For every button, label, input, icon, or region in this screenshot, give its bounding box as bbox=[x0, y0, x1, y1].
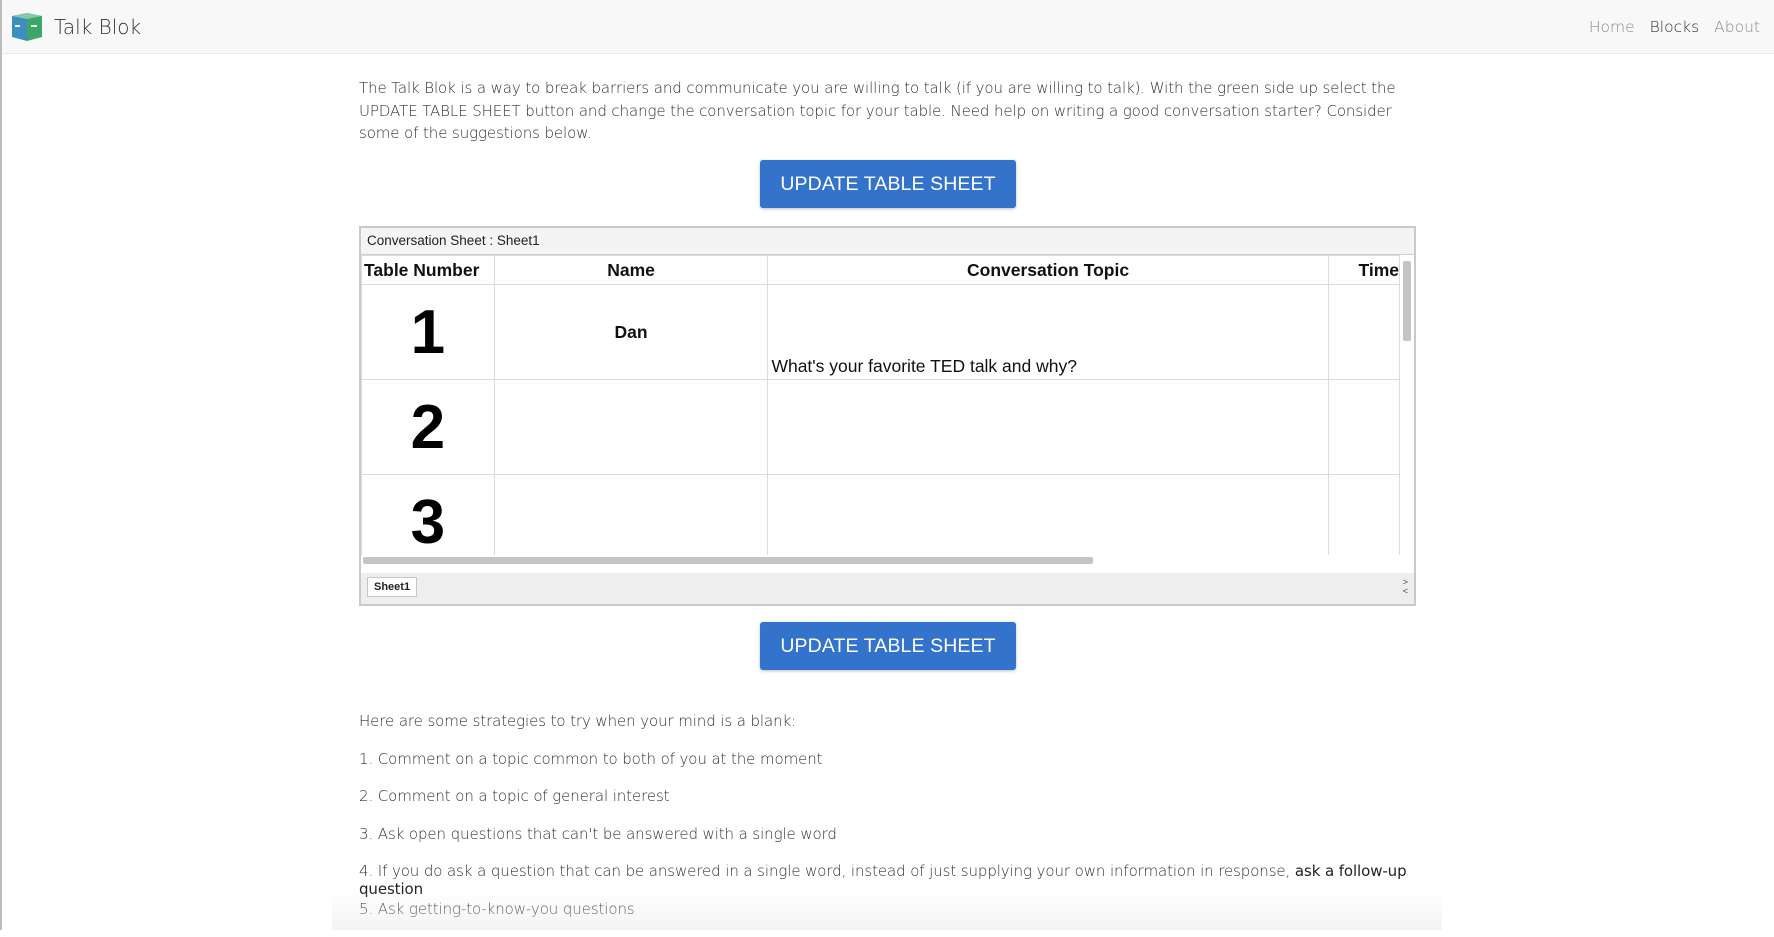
header-row: Table Number Name Conversation Topic Tim… bbox=[362, 256, 1400, 285]
cell-name[interactable]: Dan bbox=[494, 285, 768, 380]
table-row: 3 bbox=[362, 475, 1400, 556]
update-table-sheet-button-bottom[interactable]: UPDATE TABLE SHEET bbox=[760, 622, 1016, 670]
nav-blocks-link[interactable]: Blocks bbox=[1650, 18, 1700, 36]
tab-scroll-arrows-icon[interactable]: > < bbox=[1403, 578, 1408, 596]
sheet-tab[interactable]: Sheet1 bbox=[367, 577, 417, 597]
header-name[interactable]: Name bbox=[494, 256, 768, 285]
strategy-item: 5. Ask getting-to-know-you questions bbox=[359, 900, 1459, 937]
nav-links: Home Blocks About bbox=[1589, 18, 1760, 36]
nav-home-link[interactable]: Home bbox=[1589, 18, 1635, 36]
table-row: 1 Dan What's your favorite TED talk and … bbox=[362, 285, 1400, 380]
cell-name[interactable] bbox=[494, 475, 768, 556]
navbar: Talk Blok Home Blocks About bbox=[2, 0, 1774, 54]
cell-table-number[interactable]: 2 bbox=[362, 380, 495, 475]
strategy-item: 2. Comment on a topic of general interes… bbox=[359, 787, 1459, 825]
horizontal-scroll-thumb[interactable] bbox=[363, 557, 1093, 564]
cell-table-number[interactable]: 3 bbox=[362, 475, 495, 556]
strategy-item-text: 4. If you do ask a question that can be … bbox=[359, 862, 1290, 880]
main-content: The Talk Blok is a way to break barriers… bbox=[359, 77, 1419, 145]
update-table-sheet-button-top[interactable]: UPDATE TABLE SHEET bbox=[760, 160, 1016, 208]
cell-topic[interactable] bbox=[768, 380, 1328, 475]
vertical-scroll-thumb[interactable] bbox=[1403, 261, 1411, 341]
strategies-section: Here are some strategies to try when you… bbox=[359, 712, 1459, 937]
header-conversation-topic[interactable]: Conversation Topic bbox=[768, 256, 1328, 285]
vertical-scrollbar[interactable] bbox=[1401, 255, 1413, 555]
cell-table-number[interactable]: 1 bbox=[362, 285, 495, 380]
brand-name: Talk Blok bbox=[54, 15, 141, 39]
strategies-heading: Here are some strategies to try when you… bbox=[359, 712, 1459, 750]
nav-about-link[interactable]: About bbox=[1714, 18, 1760, 36]
strategy-item: 1. Comment on a topic common to both of … bbox=[359, 750, 1459, 788]
header-time[interactable]: Time bbox=[1328, 256, 1399, 285]
cell-name[interactable] bbox=[494, 380, 768, 475]
cell-time[interactable] bbox=[1328, 475, 1399, 556]
cell-time[interactable] bbox=[1328, 285, 1399, 380]
header-table-number[interactable]: Table Number bbox=[362, 256, 495, 285]
sheet-table: Table Number Name Conversation Topic Tim… bbox=[361, 255, 1400, 555]
cell-time[interactable] bbox=[1328, 380, 1399, 475]
sheet-grid: Table Number Name Conversation Topic Tim… bbox=[361, 255, 1400, 555]
strategy-item: 4. If you do ask a question that can be … bbox=[359, 862, 1459, 900]
horizontal-scrollbar[interactable] bbox=[361, 555, 1400, 565]
table-row: 2 bbox=[362, 380, 1400, 475]
intro-text: The Talk Blok is a way to break barriers… bbox=[359, 77, 1419, 145]
sheet-title: Conversation Sheet : Sheet1 bbox=[361, 228, 1414, 255]
sheet-tab-bar: Sheet1 > < bbox=[361, 573, 1414, 604]
cell-topic[interactable]: What's your favorite TED talk and why? bbox=[768, 285, 1328, 380]
talk-blok-logo-icon bbox=[12, 13, 42, 41]
conversation-sheet: Conversation Sheet : Sheet1 Table Number… bbox=[359, 226, 1416, 606]
brand[interactable]: Talk Blok bbox=[12, 13, 141, 41]
strategy-item: 3. Ask open questions that can't be answ… bbox=[359, 825, 1459, 863]
cell-topic[interactable] bbox=[768, 475, 1328, 556]
